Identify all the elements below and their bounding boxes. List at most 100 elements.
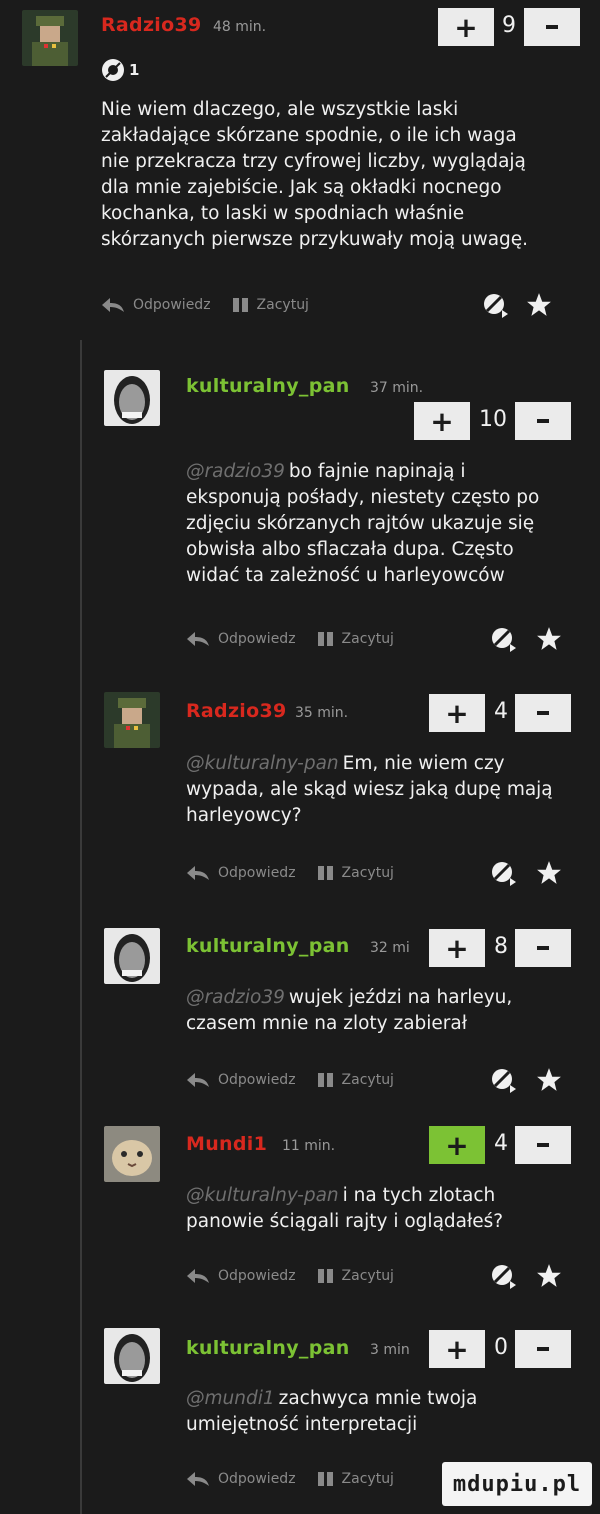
mention-link[interactable]: @radzio39 xyxy=(186,461,285,482)
vote-count: 9 xyxy=(502,13,516,38)
upvote-button[interactable]: + xyxy=(429,694,485,732)
username[interactable]: Mundi1 xyxy=(186,1133,267,1155)
reply-link[interactable]: Odpowiedz xyxy=(186,631,296,647)
downvote-button[interactable] xyxy=(524,8,580,46)
quote-link[interactable]: Zacytuj xyxy=(317,1471,394,1487)
comment-time: 3 min xyxy=(370,1342,410,1358)
mention-link[interactable]: @kulturalny-pan xyxy=(186,1185,339,1206)
comment-body: @kulturalny-pan Em, nie wiem czy wypada, … xyxy=(186,751,576,829)
reply-arrow-icon xyxy=(102,298,124,312)
avatar-soldier-icon xyxy=(22,10,78,66)
favorite-button[interactable] xyxy=(536,626,562,656)
block-icon xyxy=(492,1265,516,1289)
report-button[interactable] xyxy=(482,292,508,322)
favorite-button[interactable] xyxy=(536,1067,562,1097)
favorite-button[interactable] xyxy=(526,292,552,322)
reply-arrow-icon xyxy=(187,1472,209,1486)
username[interactable]: kulturalny_pan xyxy=(186,1337,350,1359)
favorite-button[interactable] xyxy=(536,860,562,890)
star-icon xyxy=(537,1264,561,1287)
comment-body: @radzio39 wujek jeździ na harleyu, czasem… xyxy=(186,985,576,1037)
reply-thread-line xyxy=(80,340,82,1514)
downvote-button[interactable] xyxy=(515,1330,571,1368)
quote-icon xyxy=(317,1269,333,1283)
upvote-button[interactable]: + xyxy=(429,1126,485,1164)
quote-link[interactable]: Zacytuj xyxy=(232,297,309,313)
reply-link[interactable]: Odpowiedz xyxy=(186,1471,296,1487)
reply-link[interactable]: Odpowiedz xyxy=(186,1268,296,1284)
quote-link[interactable]: Zacytuj xyxy=(317,1072,394,1088)
comment-actions: Odpowiedz Zacytuj xyxy=(186,861,394,885)
upvote-button[interactable]: + xyxy=(414,402,470,440)
upvote-button[interactable]: + xyxy=(438,8,494,46)
quote-link[interactable]: Zacytuj xyxy=(317,865,394,881)
comment-time: 48 min. xyxy=(213,19,267,35)
username[interactable]: Radzio39 xyxy=(101,14,202,36)
comment-line: zdjęciu skórzanych rajtów ukazuje się xyxy=(186,513,535,534)
report-button[interactable] xyxy=(490,860,516,890)
report-button[interactable] xyxy=(490,626,516,656)
upvote-button[interactable]: + xyxy=(429,929,485,967)
comment-line: wujek jeździ na harleyu, xyxy=(288,987,513,1008)
username[interactable]: kulturalny_pan xyxy=(186,935,350,957)
comment-line: umiejętność interpretacji xyxy=(186,1414,418,1435)
avatar[interactable] xyxy=(104,692,160,748)
avatar[interactable] xyxy=(104,370,160,426)
comment-time: 32 mi xyxy=(370,940,410,956)
star-icon xyxy=(537,1068,561,1091)
username[interactable]: kulturalny_pan xyxy=(186,375,350,397)
downvote-button[interactable] xyxy=(515,1126,571,1164)
report-button[interactable] xyxy=(490,1067,516,1097)
quote-label: Zacytuj xyxy=(256,297,309,313)
star-icon xyxy=(527,293,551,316)
block-icon xyxy=(484,294,508,318)
favorite-button[interactable] xyxy=(536,1263,562,1293)
avatar[interactable] xyxy=(22,10,78,66)
downvote-button[interactable] xyxy=(515,694,571,732)
quote-link[interactable]: Zacytuj xyxy=(317,1268,394,1284)
reply-label: Odpowiedz xyxy=(218,631,296,647)
downvote-button[interactable] xyxy=(515,929,571,967)
media-badge[interactable]: 1 xyxy=(101,58,139,82)
comment-line: widać ta zależność u harleyowców xyxy=(186,565,505,586)
comment-line: harleyowcy? xyxy=(186,805,302,826)
comment-body: @radzio39 bo fajnie napinają i eksponują … xyxy=(186,459,576,589)
comment-line: zachwyca mnie twoja xyxy=(278,1388,478,1409)
avatar[interactable] xyxy=(104,1328,160,1384)
quote-icon xyxy=(317,1472,333,1486)
mention-link[interactable]: @mundi1 xyxy=(186,1388,275,1409)
comment-line: zakładające skórzane spodnie, o ile ich … xyxy=(101,125,517,146)
reply-link[interactable]: Odpowiedz xyxy=(101,297,211,313)
mention-link[interactable]: @radzio39 xyxy=(186,987,285,1008)
reply-arrow-icon xyxy=(187,632,209,646)
comment-line: Em, nie wiem czy xyxy=(342,753,505,774)
site-watermark: mdupiu.pl xyxy=(442,1462,592,1506)
reply-arrow-icon xyxy=(187,1269,209,1283)
comment-line: dla mnie zajebiście. Jak są okładki nocn… xyxy=(101,177,502,198)
report-button[interactable] xyxy=(490,1263,516,1293)
comment-line: nie przekracza trzy cyfrowej liczby, wyg… xyxy=(101,151,526,172)
username[interactable]: Radzio39 xyxy=(186,700,287,722)
mention-link[interactable]: @kulturalny-pan xyxy=(186,753,339,774)
downvote-button[interactable] xyxy=(515,402,571,440)
comment-time: 11 min. xyxy=(282,1138,336,1154)
reply-label: Odpowiedz xyxy=(218,1471,296,1487)
reply-link[interactable]: Odpowiedz xyxy=(186,865,296,881)
comment-time: 37 min. xyxy=(370,380,424,396)
block-icon xyxy=(492,1069,516,1093)
comment-time: 35 min. xyxy=(295,705,349,721)
comment-body: @mundi1 zachwyca mnie twoja umiejętność i… xyxy=(186,1386,576,1438)
quote-link[interactable]: Zacytuj xyxy=(317,631,394,647)
comment-line: kochanka, to laski w spodniach właśnie xyxy=(101,203,465,224)
comment-line: obwisła albo sflaczała dupa. Często xyxy=(186,539,514,560)
comment-actions: Odpowiedz Zacytuj xyxy=(186,627,394,651)
avatar-face-icon xyxy=(104,370,160,426)
reply-label: Odpowiedz xyxy=(218,865,296,881)
upvote-button[interactable]: + xyxy=(429,1330,485,1368)
quote-label: Zacytuj xyxy=(341,865,394,881)
avatar[interactable] xyxy=(104,928,160,984)
reply-link[interactable]: Odpowiedz xyxy=(186,1072,296,1088)
quote-label: Zacytuj xyxy=(341,631,394,647)
comment-line: eksponują pośłady, niestety często po xyxy=(186,487,540,508)
avatar[interactable] xyxy=(104,1126,160,1182)
